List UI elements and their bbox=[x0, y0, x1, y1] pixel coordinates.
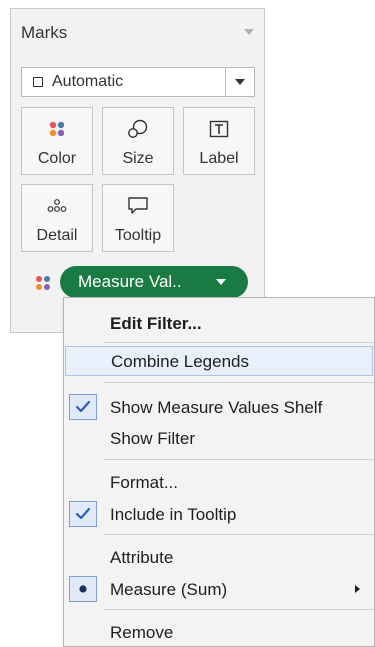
pill-context-menu: Edit Filter... Combine Legends Show Meas… bbox=[63, 297, 375, 647]
menu-separator bbox=[104, 342, 374, 343]
menu-item-show-filter[interactable]: Show Filter bbox=[64, 423, 374, 453]
menu-item-attribute[interactable]: Attribute bbox=[64, 542, 374, 572]
menu-separator bbox=[104, 609, 374, 610]
tooltip-bubble-icon bbox=[103, 195, 173, 217]
size-button[interactable]: Size bbox=[102, 107, 174, 175]
menu-item-label: Show Filter bbox=[110, 429, 196, 448]
size-button-label: Size bbox=[122, 150, 154, 167]
menu-item-label: Remove bbox=[110, 623, 174, 642]
menu-item-include-in-tooltip[interactable]: Include in Tooltip bbox=[64, 499, 374, 529]
detail-button[interactable]: Detail bbox=[21, 184, 93, 252]
label-button-label: Label bbox=[199, 150, 239, 167]
size-icon bbox=[103, 118, 173, 140]
menu-item-remove[interactable]: Remove bbox=[64, 617, 374, 647]
submenu-arrow-icon bbox=[355, 585, 360, 593]
menu-item-show-measure-values-shelf[interactable]: Show Measure Values Shelf bbox=[64, 392, 374, 422]
mark-type-dropdown[interactable]: Automatic bbox=[21, 67, 255, 97]
label-button[interactable]: Label bbox=[183, 107, 255, 175]
menu-item-edit-filter[interactable]: Edit Filter... bbox=[64, 308, 374, 338]
radio-dot-icon bbox=[69, 576, 97, 602]
menu-item-label: Format... bbox=[110, 473, 179, 492]
menu-item-label: Include in Tooltip bbox=[110, 505, 237, 524]
checkmark-icon bbox=[69, 501, 97, 527]
color-button-label: Color bbox=[37, 150, 77, 167]
menu-item-combine-legends[interactable]: Combine Legends bbox=[65, 346, 373, 376]
menu-item-measure-sum[interactable]: Measure (Sum) bbox=[64, 574, 374, 604]
detail-button-label: Detail bbox=[36, 227, 78, 244]
pill-dropdown-arrow-icon[interactable] bbox=[216, 279, 226, 285]
color-button[interactable]: Color bbox=[21, 107, 93, 175]
menu-separator bbox=[104, 534, 374, 535]
mark-type-value: Automatic bbox=[52, 73, 124, 90]
text-label-icon bbox=[184, 118, 254, 140]
menu-item-label: Measure (Sum) bbox=[110, 580, 228, 599]
menu-separator bbox=[104, 382, 374, 383]
color-dots-icon bbox=[22, 118, 92, 140]
menu-item-label: Attribute bbox=[110, 548, 174, 567]
chevron-down-icon[interactable] bbox=[235, 79, 245, 85]
measure-values-pill[interactable]: Measure Val.. bbox=[60, 266, 248, 298]
marks-collapse-arrow-icon[interactable] bbox=[244, 29, 254, 35]
detail-dots-icon bbox=[22, 195, 92, 217]
automatic-mark-icon bbox=[33, 77, 43, 87]
marks-title: Marks bbox=[21, 23, 68, 42]
pill-label: Measure Val.. bbox=[78, 272, 182, 291]
menu-separator bbox=[104, 459, 374, 460]
checkmark-icon bbox=[69, 394, 97, 420]
menu-item-format[interactable]: Format... bbox=[64, 467, 374, 497]
menu-item-label: Show Measure Values Shelf bbox=[110, 398, 323, 417]
color-encoding-icon bbox=[34, 274, 54, 294]
tooltip-button-label: Tooltip bbox=[114, 227, 162, 244]
tooltip-button[interactable]: Tooltip bbox=[102, 184, 174, 252]
menu-item-label: Combine Legends bbox=[111, 352, 249, 371]
dropdown-divider bbox=[225, 68, 226, 96]
menu-item-label: Edit Filter... bbox=[110, 314, 202, 333]
